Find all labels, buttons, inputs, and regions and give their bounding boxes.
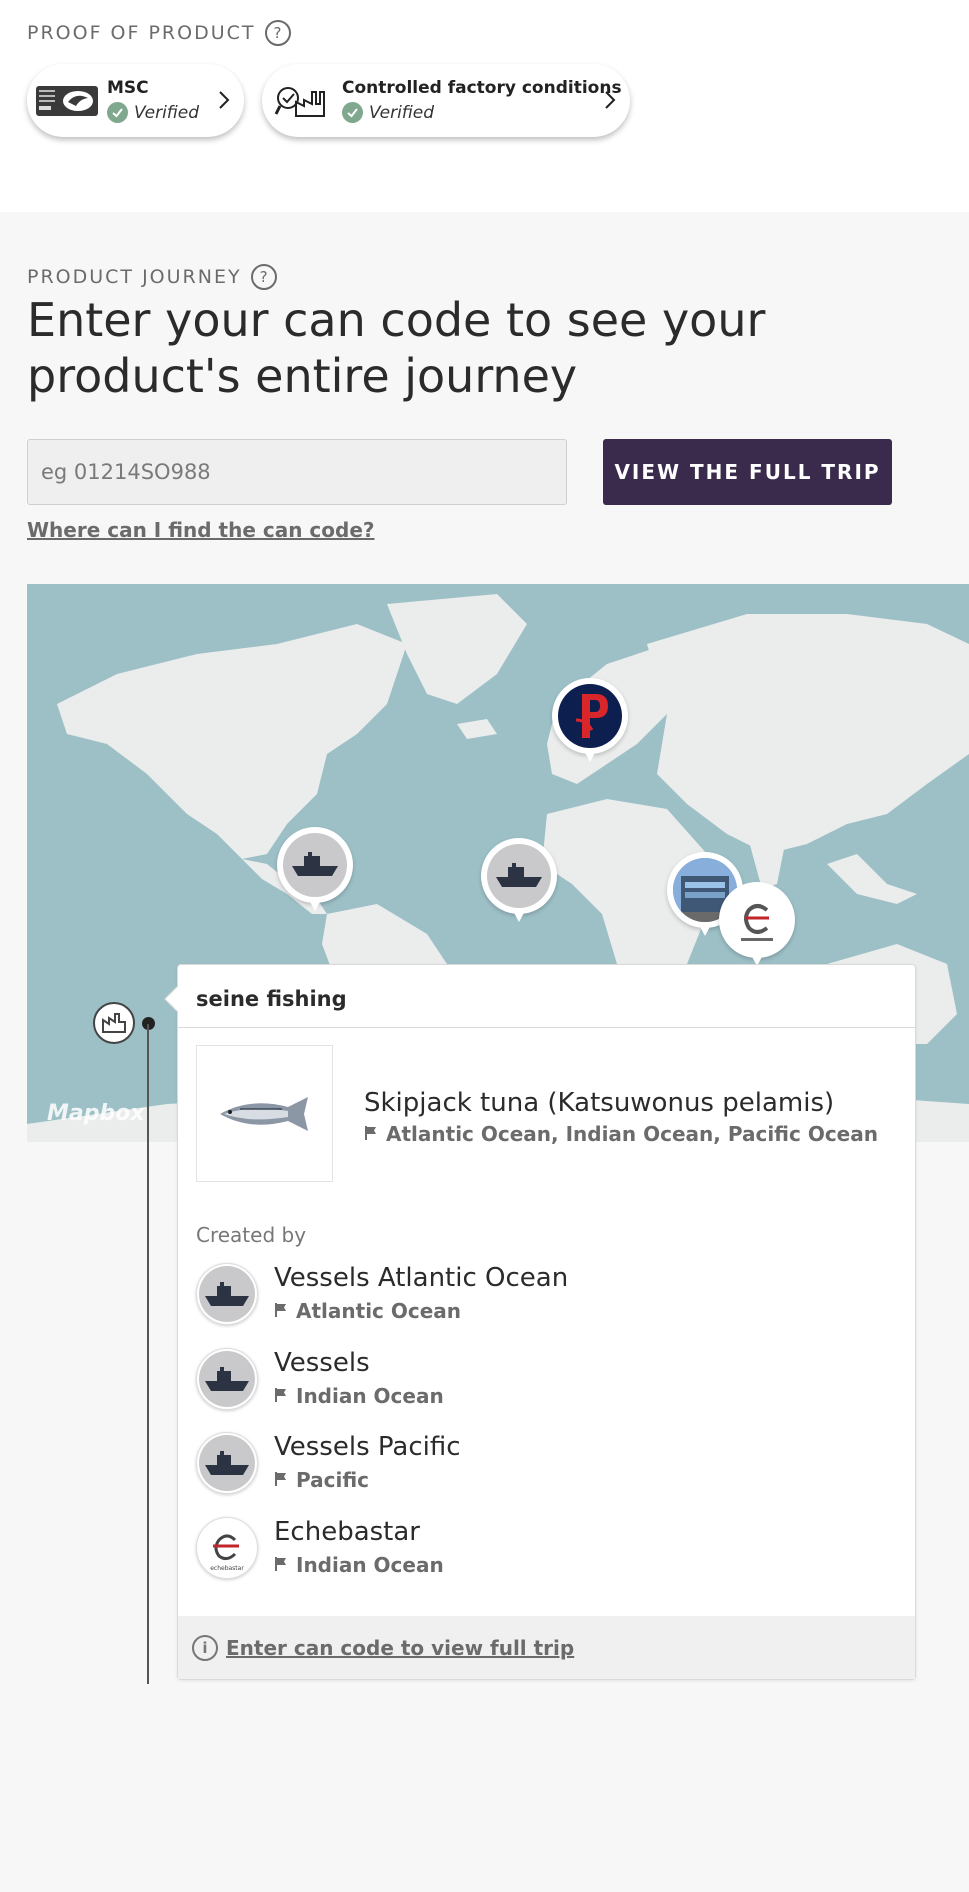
help-icon[interactable]: ? — [264, 20, 291, 46]
flag-icon — [274, 1299, 288, 1323]
msc-status: Verified — [107, 102, 199, 123]
atlantic-vessel-pin[interactable] — [481, 838, 557, 930]
card-footer: i Enter can code to view full trip — [178, 1616, 915, 1679]
factory-badge-title: Controlled factory conditions — [342, 78, 622, 98]
seine-fishing-card: seine fishing Skipjack tuna (Katsuwonus … — [164, 964, 916, 1680]
pacific-vessel-pin[interactable] — [277, 827, 353, 919]
timeline-line — [147, 1024, 149, 1684]
creator-location-text: Atlantic Ocean — [296, 1299, 462, 1323]
proof-of-product-label: PROOF OF PRODUCT — [27, 22, 256, 44]
creator-name: Echebastar — [274, 1517, 420, 1547]
creator-location-text: Pacific — [296, 1468, 370, 1492]
creator-location: Indian Ocean — [274, 1553, 444, 1577]
proof-of-product-heading: PROOF OF PRODUCT ? — [27, 20, 291, 46]
divider — [178, 1027, 915, 1028]
ship-icon — [487, 844, 551, 908]
echebastar-logo-icon: echebastar — [196, 1517, 258, 1579]
product-name: Skipjack tuna (Katsuwonus pelamis) — [364, 1088, 835, 1118]
factory-status-label: Verified — [369, 102, 435, 123]
creator-location: Indian Ocean — [274, 1384, 444, 1408]
check-icon — [107, 102, 128, 123]
factory-conditions-badge[interactable]: Controlled factory conditions Verified — [262, 64, 630, 137]
ship-icon — [283, 833, 347, 897]
ship-icon — [196, 1348, 258, 1410]
proof-of-product-section: PROOF OF PRODUCT ? MSC Verified Controll… — [0, 0, 969, 212]
creator-item[interactable]: Vessels Atlantic Ocean Atlantic Ocean — [196, 1263, 876, 1325]
msc-badge[interactable]: MSC Verified — [27, 64, 244, 137]
product-journey-heading: PRODUCT JOURNEY ? — [27, 264, 277, 290]
msc-badge-title: MSC — [107, 78, 149, 98]
creator-location-text: Indian Ocean — [296, 1553, 444, 1577]
factory-status: Verified — [342, 102, 622, 123]
tuna-image — [196, 1045, 333, 1182]
creator-location-text: Indian Ocean — [296, 1384, 444, 1408]
creator-name: Vessels — [274, 1348, 370, 1378]
msc-badge-text: MSC Verified — [107, 78, 199, 123]
creator-item[interactable]: echebastar Echebastar Indian Ocean — [196, 1517, 876, 1579]
msc-logo-icon — [35, 85, 99, 117]
creator-name: Vessels Atlantic Ocean — [274, 1263, 569, 1293]
brand-pin[interactable] — [552, 678, 628, 770]
creator-location: Atlantic Ocean — [274, 1299, 461, 1323]
msc-status-label: Verified — [134, 102, 200, 123]
creator-item[interactable]: Vessels Indian Ocean — [196, 1348, 876, 1410]
help-icon[interactable]: ? — [250, 264, 277, 290]
creator-item[interactable]: Vessels Pacific Pacific — [196, 1432, 876, 1494]
flag-icon — [274, 1553, 288, 1577]
find-can-code-link[interactable]: Where can I find the can code? — [27, 518, 375, 542]
factory-icon — [93, 1002, 135, 1044]
flag-icon — [364, 1122, 378, 1146]
product-journey-section: PRODUCT JOURNEY ? Enter your can code to… — [0, 212, 969, 1892]
product-locations-text: Atlantic Ocean, Indian Ocean, Pacific Oc… — [386, 1122, 878, 1146]
step-title: seine fishing — [196, 987, 347, 1011]
mapbox-attribution[interactable]: Mapbox — [47, 1101, 145, 1126]
product-locations: Atlantic Ocean, Indian Ocean, Pacific Oc… — [364, 1122, 878, 1146]
flag-icon — [274, 1468, 288, 1492]
ship-icon — [196, 1263, 258, 1325]
creator-name: Vessels Pacific — [274, 1432, 461, 1462]
chevron-right-icon — [604, 90, 616, 114]
enter-can-code-link[interactable]: Enter can code to view full trip — [226, 1636, 574, 1660]
can-code-input[interactable] — [27, 439, 567, 505]
ship-icon — [196, 1432, 258, 1494]
echebastar-pin[interactable] — [719, 882, 795, 974]
page-title: Enter your can code to see your product'… — [27, 293, 766, 403]
echebastar-logo-text: echebastar — [210, 1565, 244, 1572]
brand-p-logo-icon — [558, 684, 622, 748]
product-journey-label: PRODUCT JOURNEY — [27, 266, 242, 288]
factory-badge-text: Controlled factory conditions Verified — [342, 78, 622, 123]
chevron-right-icon — [218, 90, 230, 114]
view-full-trip-button[interactable]: VIEW THE FULL TRIP — [603, 439, 892, 505]
factory-check-icon — [270, 85, 334, 117]
info-icon: i — [192, 1634, 218, 1661]
creator-location: Pacific — [274, 1468, 369, 1492]
created-by-label: Created by — [196, 1223, 307, 1247]
echebastar-logo-icon — [725, 888, 789, 952]
check-icon — [342, 102, 363, 123]
flag-icon — [274, 1384, 288, 1408]
